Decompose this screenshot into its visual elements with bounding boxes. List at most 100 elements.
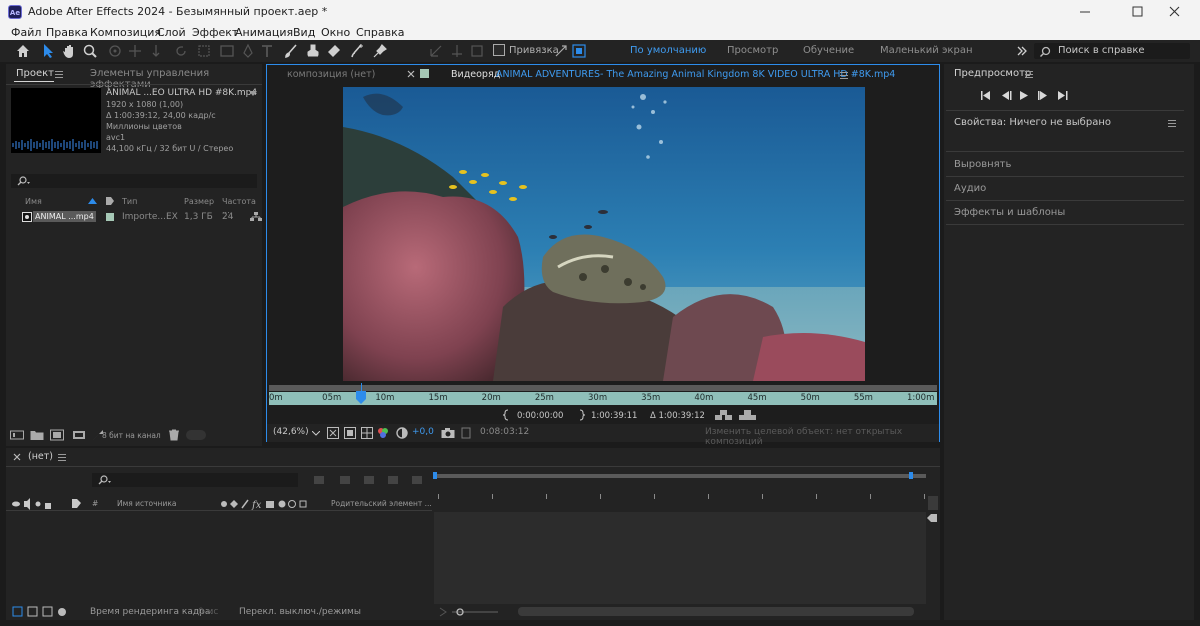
hand-tool-icon[interactable] xyxy=(61,43,77,59)
motion-blur-icon[interactable] xyxy=(412,476,422,484)
chevron-more-icon[interactable] xyxy=(1014,43,1030,59)
panel-effects-presets[interactable]: Эффекты и шаблоны xyxy=(954,207,1065,218)
zoom-slider[interactable] xyxy=(438,606,508,618)
in-point-value[interactable]: 0:00:00:00 xyxy=(517,411,563,421)
previous-frame-icon[interactable] xyxy=(1002,91,1012,100)
motion-blur-icon[interactable] xyxy=(278,500,286,508)
column-name[interactable]: Имя xyxy=(25,197,42,206)
3d-layer-icon[interactable] xyxy=(299,500,307,508)
zoom-level[interactable]: (42,6%) xyxy=(273,427,309,437)
panel-audio[interactable]: Аудио xyxy=(954,183,986,194)
menu-file[interactable]: Файл xyxy=(11,26,41,39)
in-point-icon[interactable] xyxy=(503,409,511,421)
duration-value[interactable]: Δ 1:00:39:12 xyxy=(650,411,705,421)
help-search-box[interactable]: Поиск в справке xyxy=(1034,43,1190,59)
puppet-pin-icon[interactable] xyxy=(372,43,388,59)
next-frame-icon[interactable] xyxy=(1038,91,1047,100)
viewer-menu-icon[interactable] xyxy=(840,72,848,79)
overlay-edit-icon[interactable] xyxy=(739,409,757,421)
menu-view[interactable]: Вид xyxy=(293,26,315,39)
audio-speaker-icon[interactable] xyxy=(24,498,30,510)
exposure-icon[interactable] xyxy=(396,427,408,439)
new-folder-icon[interactable] xyxy=(30,429,44,441)
selection-tool-icon[interactable] xyxy=(40,43,56,59)
menu-animation[interactable]: Анимация xyxy=(235,26,293,39)
first-frame-icon[interactable] xyxy=(981,91,990,100)
rgb-channels-icon[interactable] xyxy=(377,427,389,439)
workspace-small-screen[interactable]: Маленький экран xyxy=(880,45,973,56)
rotate-tool-icon[interactable] xyxy=(173,43,189,59)
close-icon[interactable] xyxy=(407,70,415,78)
anchor-point-icon[interactable] xyxy=(196,43,212,59)
eraser-tool-icon[interactable] xyxy=(326,43,342,59)
workspace-learn[interactable]: Обучение xyxy=(803,45,854,56)
snap-options-icon[interactable] xyxy=(553,43,569,59)
axis-local-icon[interactable] xyxy=(428,43,444,59)
solo-icon[interactable] xyxy=(35,501,41,507)
pen-tool-icon[interactable] xyxy=(240,43,256,59)
collapse-icon[interactable] xyxy=(230,500,238,508)
fit-view-icon[interactable] xyxy=(327,427,339,439)
home-icon[interactable] xyxy=(15,43,31,59)
frame-blending-icon[interactable] xyxy=(388,476,398,484)
close-button[interactable] xyxy=(1154,0,1200,24)
settings-icon[interactable] xyxy=(72,429,86,441)
grid-icon[interactable] xyxy=(361,427,373,439)
preview-panel-title[interactable]: Предпросмотр xyxy=(954,68,1031,79)
brush-tool-icon[interactable] xyxy=(283,43,299,59)
timeline-ruler[interactable] xyxy=(434,488,926,508)
roto-brush-icon[interactable] xyxy=(349,43,365,59)
shy-icon[interactable] xyxy=(221,501,227,507)
bit-depth[interactable]: 8 бит на канал xyxy=(102,431,161,440)
play-icon[interactable] xyxy=(1020,91,1028,100)
workspace-default[interactable]: По умолчанию xyxy=(630,45,706,56)
chevron-down-icon[interactable] xyxy=(249,91,257,97)
label-tag-icon[interactable] xyxy=(105,196,115,206)
menu-edit[interactable]: Правка xyxy=(46,26,88,39)
toggle-switches-modes[interactable]: Перекл. выключ./режимы xyxy=(239,607,361,617)
horizontal-scrollbar[interactable] xyxy=(518,607,914,616)
in-out-icon[interactable] xyxy=(42,606,53,617)
layer-switches-icon[interactable] xyxy=(12,606,23,617)
comp-marker-icon[interactable] xyxy=(926,513,938,523)
playhead-icon[interactable] xyxy=(355,391,367,405)
layer-track-area[interactable] xyxy=(434,512,926,604)
project-search-input[interactable] xyxy=(11,174,257,188)
show-snapshot-icon[interactable] xyxy=(461,427,471,439)
properties-menu-icon[interactable] xyxy=(1168,120,1176,127)
quality-icon[interactable] xyxy=(241,499,249,509)
adjustment-icon[interactable] xyxy=(288,500,296,508)
exposure-value[interactable]: +0,0 xyxy=(412,427,434,437)
interpret-footage-icon[interactable] xyxy=(10,429,24,441)
minimize-button[interactable] xyxy=(1062,0,1108,24)
tab-composition[interactable]: композиция (нет) xyxy=(287,69,375,80)
tab-footage-name[interactable]: ANIMAL ADVENTURES- The Amazing Animal Ki… xyxy=(496,69,895,80)
timeline-search-input[interactable] xyxy=(92,473,298,487)
trash-icon[interactable] xyxy=(168,429,180,441)
row-name[interactable]: ANIMAL ...mp4 xyxy=(33,211,96,222)
orbit-camera-icon[interactable] xyxy=(107,43,123,59)
timeline-tab[interactable]: (нет) xyxy=(28,451,53,462)
pan-camera-icon[interactable] xyxy=(127,43,143,59)
snap-grid-icon[interactable] xyxy=(571,43,587,59)
axis-world-icon[interactable] xyxy=(449,43,465,59)
type-tool-icon[interactable] xyxy=(259,43,275,59)
label-color-swatch[interactable] xyxy=(106,213,114,221)
properties-panel-title[interactable]: Свойства: Ничего не выбрано xyxy=(954,117,1111,128)
snapshot-camera-icon[interactable] xyxy=(441,427,455,439)
current-time[interactable]: 0:08:03:12 xyxy=(480,427,529,437)
new-composition-icon[interactable] xyxy=(50,429,64,441)
column-size[interactable]: Размер xyxy=(184,197,214,206)
shy-layers-icon[interactable] xyxy=(364,476,374,484)
column-type[interactable]: Тип xyxy=(122,197,137,206)
label-tag-icon[interactable] xyxy=(71,498,83,510)
comp-mini-flowchart-icon[interactable] xyxy=(314,476,324,484)
out-point-value[interactable]: 1:00:39:11 xyxy=(591,411,637,421)
clone-stamp-icon[interactable] xyxy=(305,43,321,59)
tab-project[interactable]: Проект xyxy=(16,68,54,79)
rectangle-tool-icon[interactable] xyxy=(219,43,235,59)
work-area-end-handle[interactable] xyxy=(909,472,913,479)
draft-3d-icon[interactable] xyxy=(340,476,350,484)
timeline-scrollbar[interactable] xyxy=(928,496,938,510)
axis-view-icon[interactable] xyxy=(469,43,485,59)
